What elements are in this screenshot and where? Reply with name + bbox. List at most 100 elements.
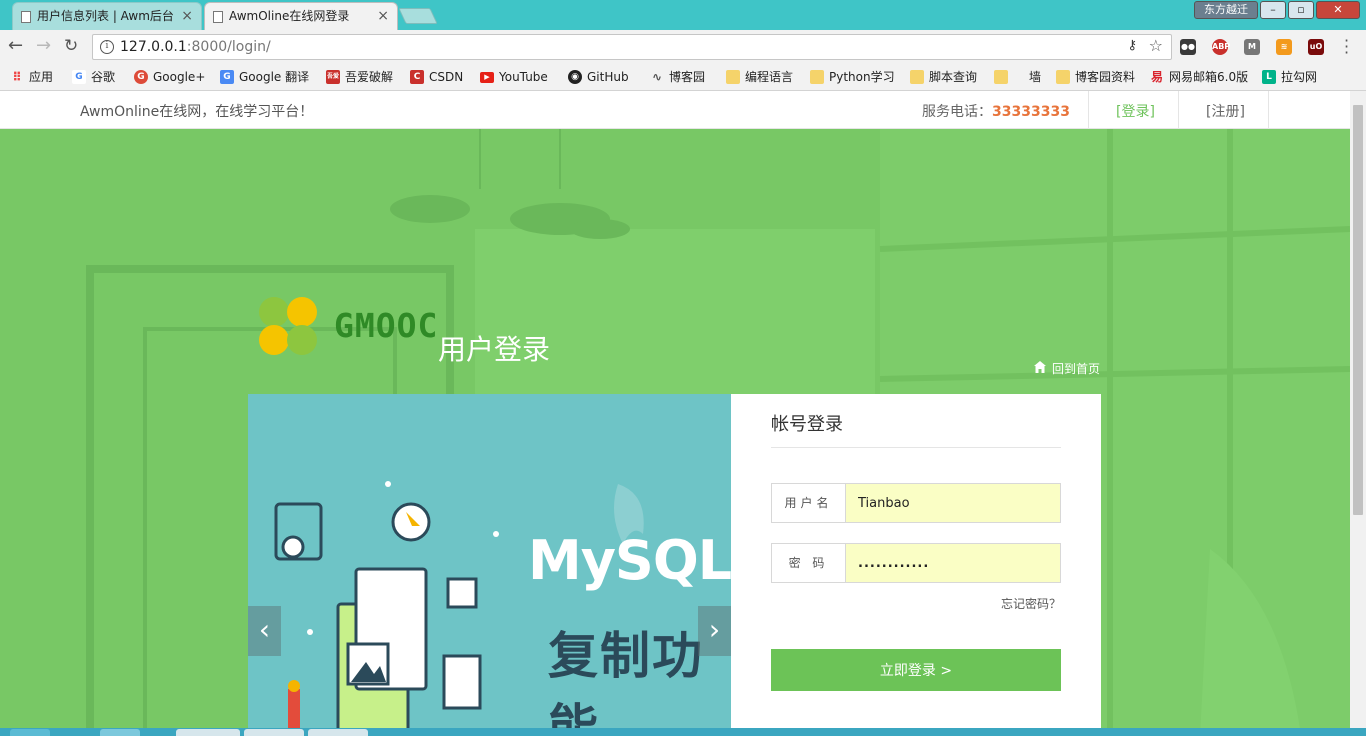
scrollbar-thumb[interactable] <box>1353 105 1363 515</box>
header-divider <box>1088 91 1089 129</box>
back-arrow-icon[interactable]: ← <box>8 37 23 55</box>
browser-titlebar: 用户信息列表 | Awm后台 × AwmOline在线网登录 × 东方越迁 – … <box>0 0 1366 30</box>
folder-icon <box>1056 70 1070 84</box>
forward-arrow-icon[interactable]: → <box>36 37 51 55</box>
carousel-slide-title: MySQL5.7 <box>528 529 731 592</box>
adblock-icon[interactable]: ABP <box>1212 39 1230 55</box>
page-icon <box>21 11 31 23</box>
login-panel-title: 帐号登录 <box>771 414 843 435</box>
home-icon <box>1034 361 1046 373</box>
reload-icon[interactable]: ↻ <box>64 37 78 55</box>
tab-user-list[interactable]: 用户信息列表 | Awm后台 × <box>12 2 202 30</box>
tab-login[interactable]: AwmOline在线网登录 × <box>204 2 398 30</box>
bookmark-google-translate[interactable]: G Google 翻译 <box>220 68 309 86</box>
bookmark-apps[interactable]: ⠿ 应用 <box>10 68 53 86</box>
header-divider <box>1178 91 1179 129</box>
header-register-link[interactable]: [注册] <box>1206 101 1245 121</box>
google-icon: G <box>72 70 86 84</box>
bookmarks-bar: ⠿ 应用 G 谷歌 G Google+ G Google 翻译 吾爱 吾爱破解 C CSDN… <box>0 64 1366 91</box>
brand-name: GMOOC <box>334 306 439 345</box>
google-translate-icon: G <box>220 70 234 84</box>
page-title: 用户登录 <box>438 333 551 366</box>
back-home-link[interactable]: 回到首页 <box>1034 360 1100 377</box>
taskbar-button[interactable] <box>244 729 304 736</box>
bookmark-github[interactable]: ◉ GitHub <box>568 68 629 86</box>
password-label: 密 码 <box>772 544 846 582</box>
github-icon: ◉ <box>568 70 582 84</box>
url-text: 127.0.0.1:8000/login/ <box>120 39 271 55</box>
taskbar-button[interactable] <box>308 729 368 736</box>
netease-mail-icon: 易 <box>1150 70 1163 84</box>
close-window-button[interactable]: ✕ <box>1316 1 1360 19</box>
username-label: 用户名 <box>772 484 846 522</box>
key-icon[interactable]: ⚷ <box>1127 38 1137 53</box>
mail-icon[interactable]: M <box>1244 39 1260 55</box>
phone-number: 33333333 <box>992 104 1070 120</box>
rss-icon[interactable]: ≋ <box>1276 39 1292 55</box>
bookmark-folder-scripts[interactable]: 脚本查询 <box>910 68 977 86</box>
bookmark-youtube[interactable]: ▶ YouTube <box>480 68 548 86</box>
youtube-icon: ▶ <box>480 72 494 83</box>
bookmark-google-plus[interactable]: G Google+ <box>134 68 205 86</box>
tab-title: 用户信息列表 | Awm后台 <box>37 9 174 23</box>
profile-button[interactable]: 东方越迁 <box>1194 1 1258 19</box>
username-input[interactable] <box>846 484 1060 522</box>
bookmark-folder-python[interactable]: Python学习 <box>810 68 895 86</box>
bookmark-google[interactable]: G 谷歌 <box>72 68 115 86</box>
bookmark-folder-wall[interactable]: 墙 <box>994 68 1041 86</box>
panel-divider <box>771 447 1061 448</box>
cnblogs-icon: ∿ <box>651 70 663 84</box>
carousel-next-button[interactable]: › <box>698 606 731 656</box>
back-home-label: 回到首页 <box>1052 362 1101 376</box>
maximize-button[interactable]: ▫ <box>1288 1 1314 19</box>
site-slogan: AwmOnline在线网，在线学习平台！ <box>80 104 314 120</box>
password-field: 密 码 <box>771 543 1061 583</box>
bookmark-folder-programming[interactable]: 编程语言 <box>726 68 793 86</box>
os-taskbar <box>0 728 1366 736</box>
info-icon[interactable]: i <box>100 40 114 54</box>
folder-icon <box>726 70 740 84</box>
browser-toolbar: ← → ↻ i 127.0.0.1:8000/login/ ⚷ ☆ ●● ABP… <box>0 30 1366 64</box>
promo-carousel[interactable]: MySQL5.7 复制功能 ‹ › <box>248 394 731 736</box>
new-tab-button[interactable] <box>398 8 438 24</box>
forgot-password-link[interactable]: 忘记密码？ <box>1001 595 1061 612</box>
login-form-panel: 帐号登录 用户名 密 码 忘记密码？ 立即登录 > <box>731 394 1101 736</box>
taskbar-button[interactable] <box>176 729 240 736</box>
carousel-prev-button[interactable]: ‹ <box>248 606 281 656</box>
page-scrollbar[interactable] <box>1350 91 1366 736</box>
taskbar-button[interactable] <box>100 729 140 736</box>
folder-icon <box>994 70 1008 84</box>
bookmark-folder-cnblogs-docs[interactable]: 博客园资料 <box>1056 68 1135 86</box>
window-controls: 东方越迁 – ▫ ✕ <box>1194 1 1360 19</box>
tab-title: AwmOline在线网登录 <box>229 9 350 23</box>
address-bar[interactable]: i 127.0.0.1:8000/login/ ⚷ ☆ <box>92 34 1172 60</box>
menu-icon[interactable]: · · · <box>1344 33 1349 61</box>
site-header: AwmOnline在线网，在线学习平台！ 服务电话：33333333 [登录] … <box>0 91 1350 129</box>
bookmark-lagou[interactable]: L 拉勾网 <box>1262 68 1317 86</box>
taskbar-button[interactable] <box>10 729 50 736</box>
folder-icon <box>910 70 924 84</box>
username-field: 用户名 <box>771 483 1061 523</box>
ublock-icon[interactable]: uO <box>1308 39 1324 55</box>
header-login-link[interactable]: [登录] <box>1116 101 1155 121</box>
bookmark-52pojie[interactable]: 吾爱 吾爱破解 <box>326 68 393 86</box>
login-submit-button[interactable]: 立即登录 > <box>771 649 1061 691</box>
password-input[interactable] <box>846 544 1060 582</box>
star-icon[interactable]: ☆ <box>1149 36 1163 55</box>
service-phone: 服务电话：33333333 <box>922 104 1070 120</box>
extension-icon[interactable]: ●● <box>1180 39 1196 55</box>
bookmark-cnblogs[interactable]: ∿ 博客园 <box>650 68 705 86</box>
page-icon <box>213 11 223 23</box>
google-plus-icon: G <box>134 70 148 84</box>
header-divider <box>1268 91 1269 129</box>
bookmark-csdn[interactable]: C CSDN <box>410 68 463 86</box>
csdn-icon: C <box>410 70 424 84</box>
folder-icon <box>810 70 824 84</box>
minimize-button[interactable]: – <box>1260 1 1286 19</box>
bookmark-netease-mail[interactable]: 易网易邮箱6.0版 <box>1150 68 1248 86</box>
apps-grid-icon: ⠿ <box>12 70 22 84</box>
lagou-icon: L <box>1262 70 1276 84</box>
close-tab-icon[interactable]: × <box>181 3 193 30</box>
gmooc-logo-icon <box>259 297 317 355</box>
close-tab-icon[interactable]: × <box>377 3 389 30</box>
